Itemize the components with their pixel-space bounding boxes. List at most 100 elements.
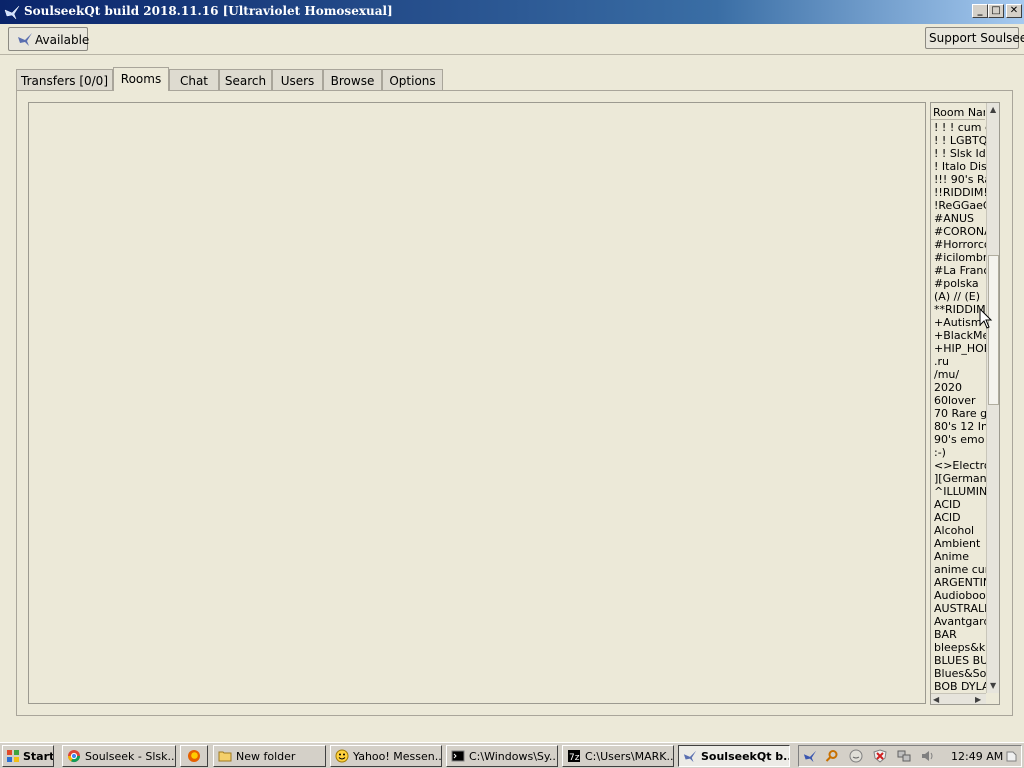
room-list-item[interactable]: 60lover: [934, 394, 986, 407]
room-list-item[interactable]: (A) // (E): [934, 290, 986, 303]
show-desktop-icon[interactable]: [1005, 749, 1019, 763]
mouse-cursor-icon: [979, 308, 993, 329]
status-button[interactable]: Available: [8, 27, 90, 51]
room-list-item[interactable]: #La France: [934, 264, 986, 277]
window-title-bar[interactable]: SoulseekQt build 2018.11.16 [Ultraviolet…: [0, 0, 1024, 24]
taskbar-item-yahoo-messenger[interactable]: Yahoo! Messen...: [330, 745, 442, 767]
room-list-item[interactable]: #ANUS: [934, 212, 986, 225]
room-list-item[interactable]: +BlackMet: [934, 329, 986, 342]
status-label: Available: [35, 33, 90, 47]
room-list-item[interactable]: Anime: [934, 550, 986, 563]
room-list-horizontal-scrollbar[interactable]: ◀ ▶: [931, 693, 986, 704]
room-list-item[interactable]: ! ! ! cum ea: [934, 121, 986, 134]
search-icon[interactable]: [825, 749, 839, 763]
clock[interactable]: 12:49 AM: [951, 750, 1003, 763]
soulseek-tray-icon[interactable]: [803, 749, 817, 763]
close-button[interactable]: ✕: [1006, 4, 1022, 18]
tab-search[interactable]: Search: [219, 69, 272, 90]
firefox-icon: [188, 750, 200, 762]
room-list-item[interactable]: ! Italo Disc: [934, 160, 986, 173]
tab-rooms[interactable]: Rooms: [113, 67, 169, 91]
room-list-item[interactable]: AUSTRALIA: [934, 602, 986, 615]
tab-users[interactable]: Users: [272, 69, 323, 90]
minimize-button[interactable]: _: [972, 4, 988, 18]
start-button[interactable]: Start: [2, 745, 54, 767]
room-list-item[interactable]: BOB DYLAN: [934, 680, 986, 693]
room-list-item[interactable]: BAR: [934, 628, 986, 641]
room-list-item[interactable]: #icilombre: [934, 251, 986, 264]
svg-text:7z: 7z: [569, 753, 580, 763]
yahoo-messenger-icon: [335, 749, 349, 763]
maximize-button[interactable]: □: [988, 4, 1004, 18]
room-list-item[interactable]: :-): [934, 446, 986, 459]
room-list-item[interactable]: .ru: [934, 355, 986, 368]
room-list-item[interactable]: 2020: [934, 381, 986, 394]
room-list-item[interactable]: bleeps&klo: [934, 641, 986, 654]
taskbar: Start Soulseek - Slsk... New folder Yaho…: [0, 742, 1024, 768]
room-list-item[interactable]: Alcohol: [934, 524, 986, 537]
room-chat-area[interactable]: [28, 102, 926, 704]
scroll-down-arrow-icon[interactable]: ▼: [990, 681, 996, 691]
room-list-item[interactable]: /mu/: [934, 368, 986, 381]
room-list-item[interactable]: ! ! LGBTQ +: [934, 134, 986, 147]
room-list-item[interactable]: 90's emo: [934, 433, 986, 446]
chrome-icon: [68, 750, 80, 763]
folder-icon: [218, 751, 232, 762]
scroll-left-arrow-icon[interactable]: ◀: [933, 695, 939, 704]
security-alert-icon[interactable]: [873, 749, 887, 763]
room-list-item[interactable]: ARGENTIN: [934, 576, 986, 589]
room-list-item[interactable]: Ambient: [934, 537, 986, 550]
7zip-icon: 7z: [568, 750, 580, 763]
room-list-item[interactable]: anime cunn: [934, 563, 986, 576]
soulseek-bird-icon: [18, 33, 32, 46]
volume-icon[interactable]: [921, 749, 935, 763]
scroll-up-arrow-icon[interactable]: ▲: [990, 105, 996, 115]
messenger-status-icon[interactable]: [849, 749, 863, 763]
room-list[interactable]: Room Name ! ! ! cum ea! ! LGBTQ +! ! Sls…: [930, 102, 1000, 705]
tab-browse[interactable]: Browse: [323, 69, 382, 90]
windows-logo-icon: [7, 750, 19, 762]
room-list-item[interactable]: ! ! Slsk Idio: [934, 147, 986, 160]
room-list-item[interactable]: ][German][: [934, 472, 986, 485]
room-list-item[interactable]: #polska: [934, 277, 986, 290]
soulseek-bird-icon: [683, 750, 697, 763]
room-list-item[interactable]: BLUES BUN: [934, 654, 986, 667]
start-label: Start: [23, 750, 54, 763]
taskbar-item-command-prompt[interactable]: C:\Windows\Sy...: [446, 745, 558, 767]
cmd-icon: [451, 750, 465, 762]
room-list-vertical-scrollbar[interactable]: ▲ ▼: [986, 103, 999, 693]
support-soulseek-button[interactable]: Support Soulseek!: [925, 27, 1024, 49]
taskbar-item-folder[interactable]: New folder: [213, 745, 326, 767]
room-list-item[interactable]: #CORONA: [934, 225, 986, 238]
room-list-item[interactable]: <>Electron: [934, 459, 986, 472]
room-list-item[interactable]: 70 Rare gr: [934, 407, 986, 420]
room-list-item[interactable]: #Horrorco: [934, 238, 986, 251]
room-name-column-header[interactable]: Room Name: [931, 103, 985, 120]
room-list-item[interactable]: AClD: [934, 511, 986, 524]
room-list-item[interactable]: +HIP_HOP: [934, 342, 986, 355]
room-list-item[interactable]: ACID: [934, 498, 986, 511]
room-list-item[interactable]: Audiobooks: [934, 589, 986, 602]
scrollbar-thumb[interactable]: [988, 255, 999, 405]
tab-options[interactable]: Options: [382, 69, 443, 90]
room-list-item[interactable]: !ReGGaeGa: [934, 199, 986, 212]
taskbar-item-soulseek[interactable]: SoulseekQt b...: [678, 745, 790, 767]
window-title: SoulseekQt build 2018.11.16 [Ultraviolet…: [24, 4, 393, 18]
network-icon[interactable]: [897, 749, 911, 763]
room-list-item[interactable]: 80's 12 Inc: [934, 420, 986, 433]
room-list-rows: ! ! ! cum ea! ! LGBTQ +! ! Slsk Idio! It…: [934, 121, 986, 693]
taskbar-item-7zip[interactable]: 7z C:\Users\MARK...: [562, 745, 674, 767]
room-list-item[interactable]: Avantgard: [934, 615, 986, 628]
room-list-item[interactable]: Blues&Soul: [934, 667, 986, 680]
toolbar: Available Support Soulseek!: [0, 24, 1024, 55]
tab-transfers[interactable]: Transfers [0/0]: [16, 69, 113, 90]
taskbar-item-chrome[interactable]: Soulseek - Slsk...: [62, 745, 176, 767]
scroll-right-arrow-icon[interactable]: ▶: [975, 695, 981, 704]
tab-chat[interactable]: Chat: [169, 69, 219, 90]
room-list-item[interactable]: !!RIDDIM!!: [934, 186, 986, 199]
room-list-item[interactable]: ^ILLUMINA: [934, 485, 986, 498]
system-tray: 12:49 AM: [798, 745, 1022, 767]
taskbar-item-firefox[interactable]: [180, 745, 208, 767]
room-list-item[interactable]: !!! 90's Ra: [934, 173, 986, 186]
soulseek-bird-icon: [4, 5, 20, 20]
